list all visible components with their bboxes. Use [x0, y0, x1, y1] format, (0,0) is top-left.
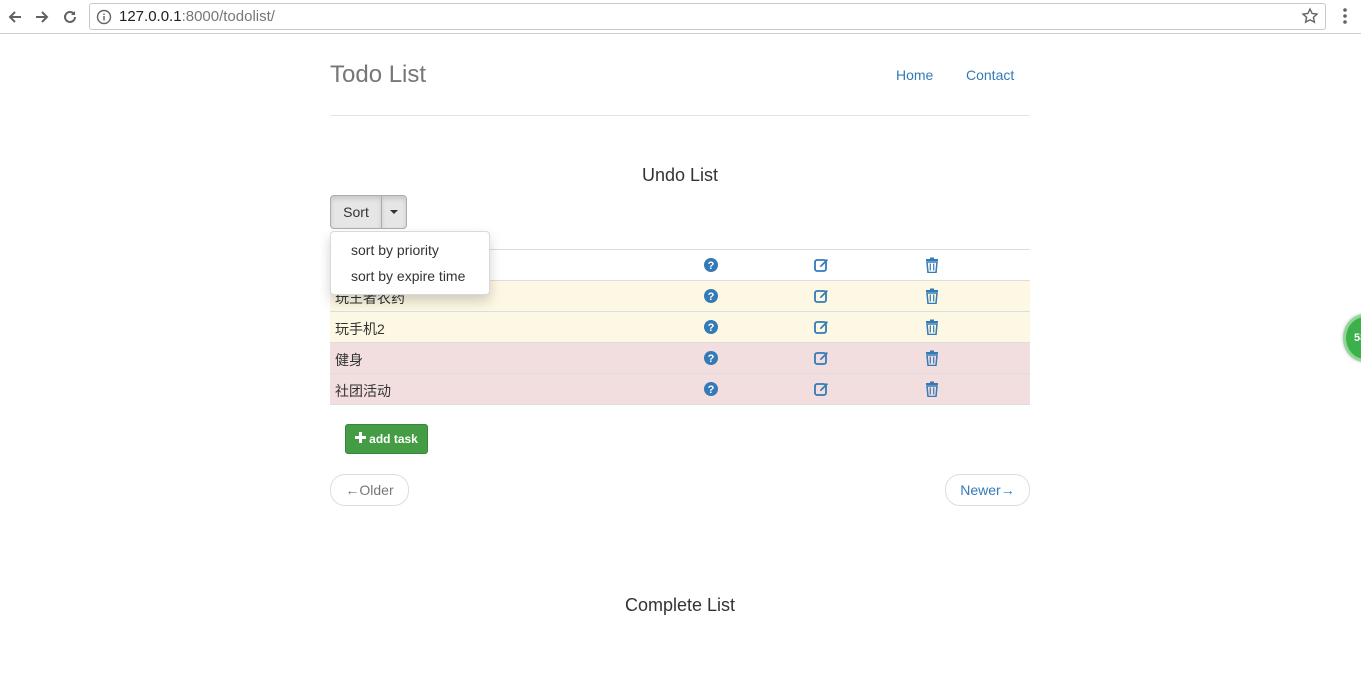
brand-title[interactable]: Todo List — [330, 61, 426, 89]
question-circle-icon[interactable]: ? — [703, 257, 719, 273]
url-path: :8000/todolist/ — [181, 8, 275, 25]
question-circle-icon[interactable]: ? — [703, 381, 719, 397]
browser-menu-icon[interactable] — [1338, 6, 1352, 31]
sort-button[interactable]: Sort — [330, 195, 382, 229]
older-button[interactable]: ←Older — [330, 474, 409, 506]
edit-icon[interactable] — [813, 381, 829, 397]
trash-icon[interactable] — [924, 350, 940, 367]
sort-by-expire-time-option[interactable]: sort by expire time — [331, 263, 489, 289]
plus-icon — [355, 432, 367, 446]
edit-icon[interactable] — [813, 288, 829, 304]
add-task-label: add task — [369, 432, 418, 446]
edit-icon[interactable] — [813, 350, 829, 366]
url-host: 127.0.0.1 — [119, 8, 182, 25]
edit-icon[interactable] — [813, 257, 829, 273]
forward-icon[interactable] — [30, 5, 54, 29]
table-row: 社团活动 ? — [330, 374, 1030, 405]
bookmark-star-icon[interactable] — [1301, 7, 1319, 30]
url-text[interactable]: 127.0.0.1:8000/todolist/ — [119, 8, 275, 25]
newer-button[interactable]: Newer→ — [945, 474, 1030, 506]
edit-icon[interactable] — [813, 319, 829, 335]
reload-icon[interactable] — [58, 5, 82, 29]
table-row: 健身 ? — [330, 343, 1030, 374]
caret-down-icon — [390, 210, 398, 214]
svg-text:?: ? — [708, 384, 715, 396]
question-circle-icon[interactable]: ? — [703, 350, 719, 366]
complete-list-title: Complete List — [624, 595, 736, 615]
svg-text:?: ? — [708, 291, 715, 303]
add-task-button[interactable]: add task — [345, 424, 428, 454]
sort-dropdown-toggle[interactable] — [382, 195, 407, 229]
question-circle-icon[interactable]: ? — [703, 319, 719, 335]
sort-button-group: Sort — [330, 195, 407, 229]
svg-text:?: ? — [708, 260, 715, 272]
question-circle-icon[interactable]: ? — [703, 288, 719, 304]
svg-text:?: ? — [708, 353, 715, 365]
undo-list-title: Undo List — [641, 165, 719, 185]
sort-by-priority-option[interactable]: sort by priority — [331, 237, 489, 263]
svg-text:?: ? — [708, 322, 715, 334]
nav-home-link[interactable]: Home — [896, 67, 933, 83]
trash-icon[interactable] — [924, 381, 940, 398]
task-name: 社团活动 — [335, 383, 391, 399]
trash-icon[interactable] — [924, 288, 940, 305]
floating-widget[interactable]: 58 — [1343, 314, 1361, 362]
nav-contact-link[interactable]: Contact — [966, 67, 1014, 83]
trash-icon[interactable] — [924, 319, 940, 336]
sort-dropdown-menu: sort by priority sort by expire time — [330, 231, 490, 295]
task-name: 健身 — [335, 352, 363, 368]
back-icon[interactable] — [3, 5, 27, 29]
info-icon[interactable] — [96, 9, 112, 30]
address-bar[interactable]: 127.0.0.1:8000/todolist/ — [89, 3, 1326, 30]
header-divider — [330, 115, 1030, 116]
trash-icon[interactable] — [924, 257, 940, 274]
table-row: 玩手机2 ? — [330, 312, 1030, 343]
browser-toolbar: 127.0.0.1:8000/todolist/ — [0, 0, 1361, 34]
task-name: 玩手机2 — [335, 321, 385, 337]
